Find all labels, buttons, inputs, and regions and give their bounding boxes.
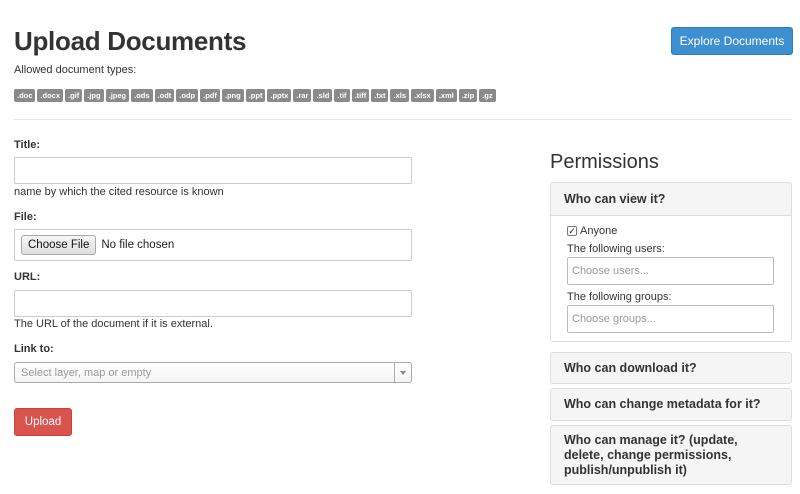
allowed-types-label: Allowed document types: bbox=[14, 64, 137, 76]
no-file-chosen-text: No file chosen bbox=[101, 239, 175, 251]
file-type-badge: .png bbox=[221, 89, 244, 102]
url-label: URL: bbox=[14, 271, 41, 283]
file-type-badge: .docx bbox=[37, 89, 64, 102]
view-permission-heading[interactable]: Who can view it? bbox=[551, 183, 791, 215]
file-type-badge: .gz bbox=[479, 89, 496, 102]
metadata-permission-heading[interactable]: Who can change metadata for it? bbox=[551, 389, 791, 420]
page-title: Upload Documents bbox=[14, 26, 247, 56]
groups-label: The following groups: bbox=[567, 291, 672, 303]
file-type-badge: .pptx bbox=[267, 89, 292, 102]
link-to-label: Link to: bbox=[14, 343, 54, 355]
view-permission-panel: Who can view it? ✓ Anyone The following … bbox=[550, 182, 792, 342]
file-type-badge: .odt bbox=[154, 89, 175, 102]
file-type-badge: .xml bbox=[435, 89, 457, 102]
file-type-badge: .gif bbox=[65, 89, 83, 102]
file-type-badge: .txt bbox=[371, 89, 389, 102]
title-label: Title: bbox=[14, 139, 41, 151]
file-type-badge: .zip bbox=[458, 89, 478, 102]
permissions-title: Permissions bbox=[550, 151, 659, 173]
url-input[interactable] bbox=[14, 290, 412, 317]
file-input[interactable]: Choose File No file chosen bbox=[14, 229, 412, 261]
view-permission-body: ✓ Anyone The following users: Choose use… bbox=[551, 215, 791, 341]
manage-permission-heading[interactable]: Who can manage it? (update, delete, chan… bbox=[551, 426, 791, 478]
download-permission-heading[interactable]: Who can download it? bbox=[551, 353, 791, 383]
header-divider bbox=[14, 119, 792, 120]
file-type-badge: .tif bbox=[334, 89, 350, 102]
users-label: The following users: bbox=[567, 243, 665, 255]
file-type-badge: .tiff bbox=[351, 89, 370, 102]
file-type-badge: .doc bbox=[14, 89, 36, 102]
link-to-select[interactable]: Select layer, map or empty bbox=[14, 362, 412, 383]
upload-button[interactable]: Upload bbox=[14, 408, 72, 436]
metadata-permission-panel[interactable]: Who can change metadata for it? bbox=[550, 388, 792, 421]
file-type-badge: .jpg bbox=[84, 89, 104, 102]
anyone-option[interactable]: ✓ Anyone bbox=[567, 225, 775, 237]
groups-input[interactable]: Choose groups... bbox=[567, 305, 774, 333]
explore-documents-button[interactable]: Explore Documents bbox=[671, 27, 793, 55]
file-type-badge: .odp bbox=[176, 89, 199, 102]
file-type-badge: .sld bbox=[313, 89, 333, 102]
anyone-label: Anyone bbox=[580, 225, 618, 237]
manage-permission-panel[interactable]: Who can manage it? (update, delete, chan… bbox=[550, 425, 792, 485]
file-label: File: bbox=[14, 211, 37, 223]
anyone-checkbox[interactable]: ✓ bbox=[567, 226, 577, 236]
choose-file-button[interactable]: Choose File bbox=[21, 235, 97, 255]
users-input[interactable]: Choose users... bbox=[567, 257, 774, 285]
file-type-badge: .xls bbox=[390, 89, 409, 102]
download-permission-panel[interactable]: Who can download it? bbox=[550, 352, 792, 384]
file-type-badge: .pdf bbox=[200, 89, 220, 102]
file-type-badge: .jpeg bbox=[105, 89, 130, 102]
file-types-list: .doc .docx .gif .jpg .jpeg .ods .odt .od… bbox=[14, 89, 496, 102]
title-input[interactable] bbox=[14, 157, 412, 184]
chevron-down-icon bbox=[394, 363, 411, 382]
file-type-badge: .rar bbox=[293, 89, 312, 102]
file-type-badge: .ods bbox=[131, 89, 153, 102]
link-to-placeholder: Select layer, map or empty bbox=[21, 366, 152, 379]
file-type-badge: .ppt bbox=[245, 89, 266, 102]
url-help-text: The URL of the document if it is externa… bbox=[14, 318, 213, 330]
file-type-badge: .xlsx bbox=[411, 89, 434, 102]
title-help-text: name by which the cited resource is know… bbox=[14, 186, 224, 198]
